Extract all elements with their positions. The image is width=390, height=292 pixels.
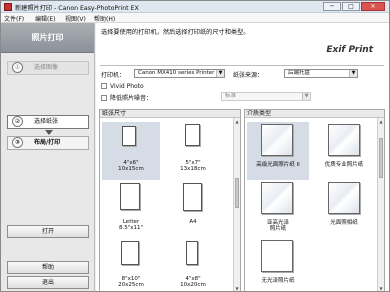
paper-portrait-icon [185,124,200,146]
checkbox-box [101,95,107,101]
media-label: 无光泽照片纸 [261,278,295,284]
step-select-image[interactable]: ① 选择图像 [7,61,89,75]
exit-button[interactable]: 退出 [7,276,89,289]
menu-edit[interactable]: 编辑(E) [35,14,55,23]
paper-size-8x10[interactable]: 8"x10" 20x25cm [102,240,160,291]
media-glossy-ii[interactable]: 高级光面照片纸 II [247,122,309,180]
paper-size-4x8[interactable]: 4"x8" 10x20cm [164,240,222,291]
paper-source-value: 后端托盘 [288,70,311,76]
paper-size-4x6[interactable]: 4"x6" 10x15cm [102,122,160,180]
maximize-button[interactable]: □ [342,2,360,11]
vivid-photo-checkbox[interactable]: Vivid Photo [101,83,144,90]
scroll-down-icon[interactable]: ▼ [378,285,384,291]
step-number: ③ [12,137,23,148]
paper-size-panel: 纸张尺寸 4"x6" 10x15cm 5"x7" 13x18cm Letter … [99,109,241,291]
noise-level-select[interactable]: 标准 ▼ [221,92,311,101]
paper-portrait-icon [183,183,202,211]
noise-level-value: 标准 [225,93,237,99]
scroll-down-icon[interactable]: ▼ [234,285,240,291]
size-sublabel: 10x20cm [180,282,206,288]
noise-reduction-label: 降低照片噪音： [110,95,153,102]
media-sublabel: 照片纸 [269,226,287,232]
step-label: 选择纸张 [34,118,59,125]
window-title: 新建照片打印 - Canon Easy-PhotoPrint EX [15,5,139,12]
media-label: 高级光面照片纸 II [256,162,300,168]
glossy-paper-icon [328,182,360,214]
media-type-scrollbar[interactable]: ▲ ▼ [377,118,384,291]
step-number: ② [12,116,23,127]
matte-paper-icon [261,240,293,272]
step-arrow-icon [45,130,53,135]
divider [100,65,384,66]
step-sidebar: 照片打印 ① 选择图像 ② 选择纸张 ③ 布局/打印 打开 帮助 退出 [1,23,95,291]
noise-reduction-checkbox[interactable]: 降低照片噪音： [101,93,152,102]
checkbox-box [101,83,107,89]
menu-bar: 文件(F) 编辑(E) 视图(V) 帮助(H) [1,13,389,23]
chevron-down-icon: ▼ [349,70,357,77]
step-label: 布局/打印 [34,139,61,146]
minimize-button[interactable]: ─ [323,2,341,11]
vivid-photo-label: Vivid Photo [110,83,144,90]
scroll-thumb[interactable] [379,138,383,178]
media-label: 光面照相纸 [330,220,358,226]
media-type-panel: 介质类型 高级光面照片纸 II 优质专业照片纸 亚高光泽 照片纸 光面照相纸 无… [244,109,385,291]
paper-portrait-icon [121,241,139,265]
paper-size-a4[interactable]: A4 [164,182,222,240]
app-icon [4,3,12,11]
step-layout-print[interactable]: ③ 布局/打印 [7,136,89,150]
menu-file[interactable]: 文件(F) [4,14,24,23]
media-type-header: 介质类型 [245,110,384,118]
glossy-paper-icon [261,182,293,214]
printer-value: Canon MX410 series Printer [138,70,215,76]
paper-size-5x7[interactable]: 5"x7" 13x18cm [164,122,222,180]
glossy-paper-icon [328,124,360,156]
step-number: ① [12,62,23,73]
size-sublabel: 10x15cm [118,166,144,172]
size-sublabel: 8.5"x11" [118,225,144,231]
step-label: 选择图像 [34,64,59,71]
paper-size-scrollbar[interactable]: ▲ ▼ [233,118,240,291]
paper-portrait-icon [122,126,136,146]
scroll-up-icon[interactable]: ▲ [378,118,384,125]
chevron-down-icon: ▼ [302,93,310,100]
size-sublabel: 20x25cm [118,282,144,288]
app-window: 新建照片打印 - Canon Easy-PhotoPrint EX ─ □ ✕ … [0,0,390,292]
chevron-down-icon: ▼ [216,70,224,77]
printer-select[interactable]: Canon MX410 series Printer ▼ [134,69,225,78]
open-button[interactable]: 打开 [7,225,89,238]
main-panel: 选择要使用的打印机，然后选择打印纸的尺寸和类型。 Exif Print 打印机：… [96,23,389,291]
paper-portrait-icon [120,183,140,210]
help-button[interactable]: 帮助 [7,261,89,274]
paper-portrait-icon [186,241,198,265]
size-label: A4 [189,219,197,225]
paper-source-select[interactable]: 后端托盘 ▼ [284,69,358,78]
paper-source-label: 纸张来源： [233,72,264,79]
menu-help[interactable]: 帮助(H) [94,14,115,23]
paper-size-letter[interactable]: Letter 8.5"x11" [102,182,160,240]
menu-view[interactable]: 视图(V) [65,14,86,23]
media-photo-pro[interactable]: 优质专业照片纸 [313,122,375,180]
media-glossy[interactable]: 光面照相纸 [313,178,375,236]
instruction-text: 选择要使用的打印机，然后选择打印纸的尺寸和类型。 [101,29,250,36]
scroll-up-icon[interactable]: ▲ [234,118,240,125]
size-sublabel: 13x18cm [180,166,206,172]
scroll-thumb[interactable] [235,178,239,208]
paper-size-header: 纸张尺寸 [100,110,240,118]
step-select-paper[interactable]: ② 选择纸张 [7,115,89,129]
close-button[interactable]: ✕ [361,2,385,11]
media-matte[interactable]: 无光泽照片纸 [247,238,309,291]
media-label: 优质专业照片纸 [324,162,364,168]
media-semi-gloss[interactable]: 亚高光泽 照片纸 [247,178,309,236]
title-bar: 新建照片打印 - Canon Easy-PhotoPrint EX ─ □ ✕ [1,1,389,13]
exif-print-logo: Exif Print [326,45,373,55]
printer-label: 打印机： [101,72,126,79]
glossy-paper-icon [261,124,293,156]
sidebar-title: 照片打印 [1,23,94,53]
